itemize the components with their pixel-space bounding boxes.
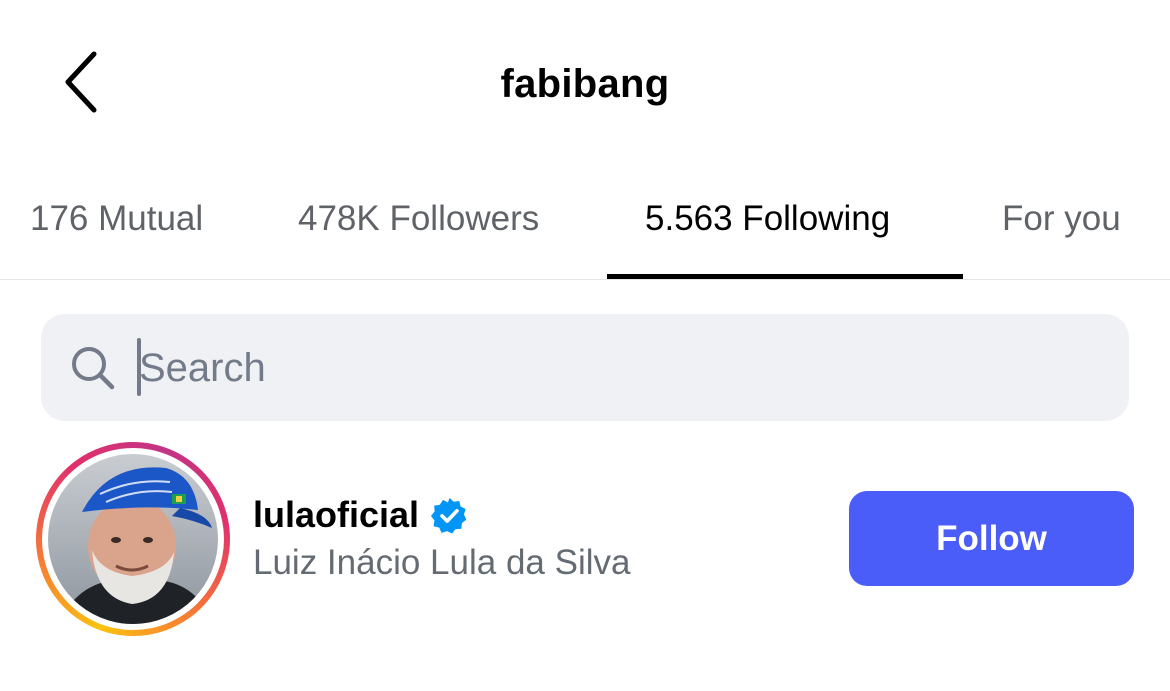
username[interactable]: lulaoficial [253, 494, 419, 536]
avatar [48, 454, 218, 624]
tab-for-you[interactable]: For you [1002, 160, 1121, 278]
follow-button[interactable]: Follow [849, 491, 1134, 586]
search-input[interactable] [139, 335, 1099, 401]
tab-bar: 176 Mutual 478K Followers 5.563 Followin… [0, 160, 1170, 280]
story-ring[interactable] [36, 442, 230, 636]
search-icon [72, 347, 115, 390]
tab-mutual[interactable]: 176 Mutual [30, 160, 203, 278]
verified-badge-icon [431, 497, 467, 534]
header: fabibang [0, 0, 1170, 160]
tab-followers[interactable]: 478K Followers [298, 160, 539, 278]
full-name: Luiz Inácio Lula da Silva [253, 543, 631, 582]
following-screen: fabibang 176 Mutual 478K Followers 5.563… [0, 0, 1170, 691]
divider [0, 279, 1170, 280]
page-title: fabibang [500, 62, 670, 106]
tab-following[interactable]: 5.563 Following [645, 160, 890, 278]
